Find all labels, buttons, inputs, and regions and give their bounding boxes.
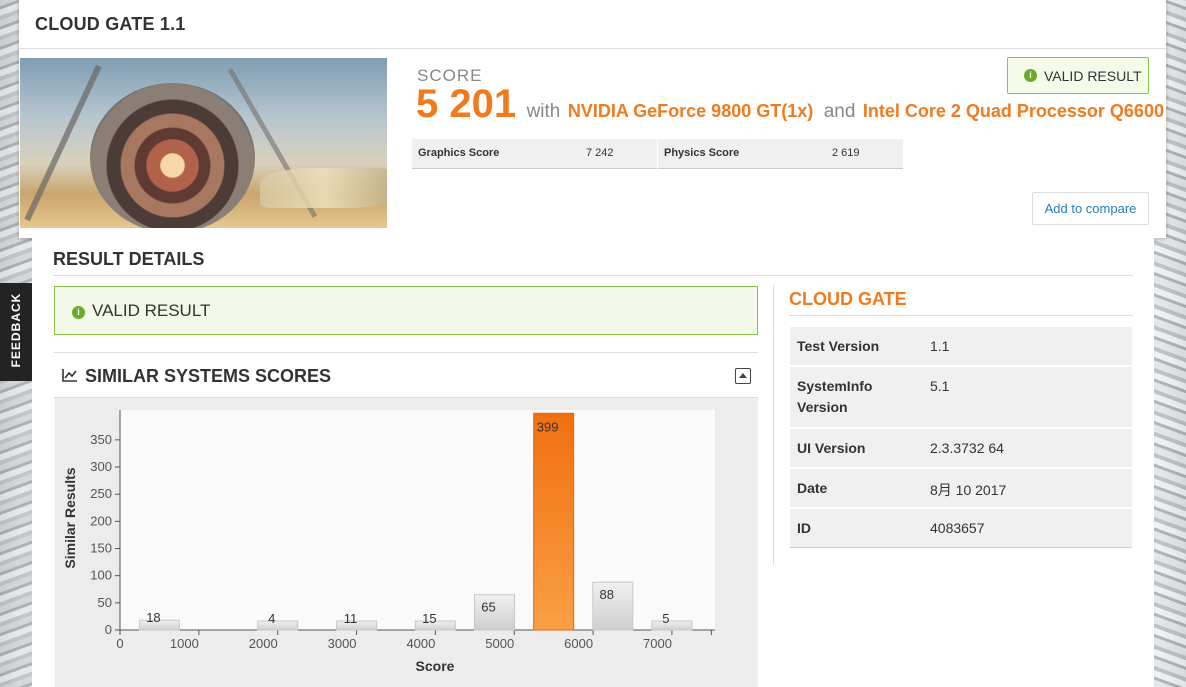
y-tick-label: 100 xyxy=(90,568,112,583)
physics-score-value: 2 619 xyxy=(832,147,860,159)
info-key: ID xyxy=(797,520,811,536)
y-tick-label: 350 xyxy=(90,432,112,447)
y-tick-label: 0 xyxy=(105,622,112,637)
info-value: 8月 10 2017 xyxy=(930,482,1007,498)
graphics-score-label: Graphics Score xyxy=(418,147,500,159)
bar-value-label: 5 xyxy=(662,611,669,626)
x-tick-label: 4000 xyxy=(406,636,435,651)
divider xyxy=(53,275,1133,276)
graphics-score-cell: Graphics Score 7 242 xyxy=(412,139,657,169)
info-value: 4083657 xyxy=(930,520,985,536)
divider xyxy=(19,48,1166,49)
similar-scores-chart: 0 50 100 150 200 250 300 350 0 1000 2000 3000 4000 50… xyxy=(55,398,758,687)
bar-value-label: 4 xyxy=(268,611,275,626)
collapse-toggle-icon[interactable] xyxy=(735,368,751,384)
x-tick-label: 2000 xyxy=(249,636,278,651)
column-separator xyxy=(773,285,774,565)
bar-value-label: 11 xyxy=(344,611,358,626)
y-axis-title: Similar Results xyxy=(62,467,78,568)
info-value: 5.1 xyxy=(930,378,950,394)
with-text: with xyxy=(526,101,561,122)
info-row: SystemInfo Version 5.1 xyxy=(790,367,1132,429)
valid-result-label: VALID RESULT xyxy=(1044,68,1142,84)
info-value: 1.1 xyxy=(930,338,950,354)
info-icon: i xyxy=(1024,69,1037,82)
info-row: ID 4083657 xyxy=(790,509,1132,548)
y-tick-label: 50 xyxy=(98,595,112,610)
physics-score-cell: Physics Score 2 619 xyxy=(658,139,903,169)
x-tick-label: 1000 xyxy=(170,636,199,651)
bar-value-label: 399 xyxy=(537,419,559,434)
gpu-name[interactable]: NVIDIA GeForce 9800 GT(1x) xyxy=(568,101,813,121)
histogram-svg: 0 50 100 150 200 250 300 350 0 1000 2000 3000 4000 50… xyxy=(62,410,715,674)
bar-value-label: 15 xyxy=(422,611,436,626)
y-tick-label: 300 xyxy=(90,459,112,474)
info-key: SystemInfo Version xyxy=(797,378,873,415)
overall-score: 5 201 xyxy=(416,82,517,126)
y-tick-label: 200 xyxy=(90,513,112,528)
valid-result-banner: i VALID RESULT xyxy=(54,286,758,335)
x-tick-label: 6000 xyxy=(564,636,593,651)
x-axis-title: Score xyxy=(416,658,455,674)
test-info-table: Test Version 1.1 SystemInfo Version 5.1 UI V… xyxy=(790,327,1132,548)
line-chart-icon xyxy=(62,369,77,382)
x-tick-label: 7000 xyxy=(643,636,672,651)
info-icon: i xyxy=(72,306,85,319)
and-text: and xyxy=(823,101,856,122)
x-tick-label: 3000 xyxy=(328,636,357,651)
x-tick-label: 0 xyxy=(116,636,123,651)
graphics-score-value: 7 242 xyxy=(586,147,614,159)
result-details-title: RESULT DETAILS xyxy=(53,249,205,269)
x-tick-label: 5000 xyxy=(485,636,514,651)
feedback-tab[interactable]: FEEDBACK xyxy=(0,283,32,381)
physics-score-label: Physics Score xyxy=(664,147,740,159)
highlighted-bar xyxy=(533,412,575,631)
similar-systems-title: SIMILAR SYSTEMS SCORES xyxy=(85,366,332,386)
bar-value-label: 18 xyxy=(146,610,160,625)
benchmark-image xyxy=(20,58,387,228)
valid-result-text: VALID RESULT xyxy=(92,301,211,320)
y-tick-label: 150 xyxy=(90,541,112,556)
info-row: Date 8月 10 2017 xyxy=(790,469,1132,509)
bar xyxy=(651,620,693,631)
info-key: Date xyxy=(797,480,828,496)
cloud-gate-title: CLOUD GATE xyxy=(789,289,907,309)
test-title: CLOUD GATE 1.1 xyxy=(35,14,186,34)
info-row: Test Version 1.1 xyxy=(790,327,1132,367)
bar-value-label: 88 xyxy=(600,587,614,602)
y-tick-label: 250 xyxy=(90,486,112,501)
bar xyxy=(257,620,299,631)
add-to-compare-button[interactable]: Add to compare xyxy=(1032,192,1149,225)
result-summary-card: CLOUD GATE 1.1 SCORE 5 201 with NVIDIA G… xyxy=(19,0,1166,238)
info-key: UI Version xyxy=(797,440,866,456)
feedback-label: FEEDBACK xyxy=(9,292,23,368)
bar-value-label: 65 xyxy=(481,600,495,615)
info-row: UI Version 2.3.3732 64 xyxy=(790,429,1132,469)
result-details-panel: RESULT DETAILS i VALID RESULT SIMILAR SY… xyxy=(32,238,1154,687)
cpu-name[interactable]: Intel Core 2 Quad Processor Q6600 xyxy=(863,101,1164,121)
info-key: Test Version xyxy=(797,338,880,354)
info-value: 2.3.3732 64 xyxy=(930,440,1004,456)
valid-result-button[interactable]: i VALID RESULT xyxy=(1007,57,1149,94)
divider xyxy=(54,352,758,353)
divider xyxy=(789,315,1133,316)
